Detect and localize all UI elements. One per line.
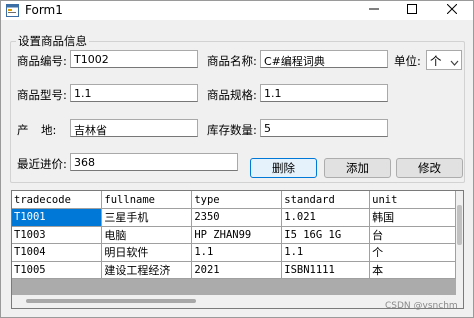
- maximize-icon: [407, 4, 417, 17]
- column-header-standard[interactable]: standard: [281, 191, 371, 209]
- column-header-type[interactable]: type: [191, 191, 283, 209]
- table-row[interactable]: T1005 建设工程经济 2021 ISBN1111 本: [12, 261, 456, 279]
- table-cell[interactable]: 2021: [191, 261, 283, 279]
- model-label: 商品型号:: [17, 88, 67, 102]
- name-label: 商品名称:: [207, 54, 257, 68]
- table-row[interactable]: T1004 明日软件 1.1 1.1 个: [12, 243, 456, 262]
- window-title: Form1: [25, 3, 63, 17]
- minimize-icon: [369, 4, 379, 17]
- column-header-unit[interactable]: unit: [369, 191, 456, 209]
- table-cell[interactable]: 个: [369, 243, 456, 262]
- form1-window: Form1 设置商品信息 商品编号: T1002 商品名称: C#编程词典 单位…: [0, 0, 474, 318]
- product-table: tradecode fullname type standard unit T1…: [12, 191, 456, 279]
- table-cell[interactable]: 1.1: [281, 243, 371, 262]
- product-grid[interactable]: tradecode fullname type standard unit T1…: [11, 190, 464, 309]
- edit-button[interactable]: 修改: [396, 158, 463, 178]
- chevron-down-icon: [450, 56, 459, 66]
- table-cell[interactable]: 1.1: [191, 243, 283, 262]
- table-cell[interactable]: 2350: [191, 208, 283, 227]
- table-cell[interactable]: 台: [369, 226, 456, 244]
- groupbox-title: 设置商品信息: [16, 33, 89, 49]
- watermark: CSDN @vsnchm: [385, 301, 458, 311]
- table-cell[interactable]: T1005: [12, 261, 103, 279]
- close-icon: [446, 3, 458, 17]
- grid-header-row: tradecode fullname type standard unit: [12, 191, 456, 209]
- maximize-button[interactable]: [393, 1, 431, 20]
- vertical-scrollbar[interactable]: [456, 191, 463, 295]
- origin-label-2: 地:: [41, 123, 57, 137]
- code-label: 商品编号:: [17, 54, 67, 68]
- table-row[interactable]: T1001 三星手机 2350 1.021 韩国: [12, 208, 456, 227]
- model-input[interactable]: 1.1: [70, 84, 198, 102]
- table-cell[interactable]: I5 16G 1G: [281, 226, 371, 244]
- table-cell[interactable]: 1.021: [281, 208, 371, 227]
- spec-label: 商品规格:: [207, 88, 257, 102]
- table-cell[interactable]: 建设工程经济: [101, 261, 193, 279]
- table-cell[interactable]: T1003: [12, 226, 103, 244]
- grid-body: tradecode fullname type standard unit T1…: [12, 191, 456, 295]
- unit-label: 单位:: [394, 54, 421, 68]
- unit-select-value: 个: [430, 54, 442, 68]
- horizontal-scroll-thumb[interactable]: [26, 299, 196, 303]
- close-button[interactable]: [433, 1, 471, 20]
- title-bar[interactable]: Form1: [1, 1, 473, 20]
- table-cell[interactable]: 明日软件: [101, 243, 193, 262]
- table-cell[interactable]: 本: [369, 261, 456, 279]
- table-cell[interactable]: ISBN1111: [281, 261, 371, 279]
- table-cell[interactable]: 韩国: [369, 208, 456, 227]
- stock-label: 库存数量:: [207, 123, 257, 137]
- vertical-scroll-thumb[interactable]: [457, 205, 462, 245]
- spec-input[interactable]: 1.1: [260, 84, 388, 102]
- origin-input[interactable]: 吉林省: [70, 119, 198, 137]
- unit-select[interactable]: 个: [426, 50, 462, 70]
- table-cell[interactable]: T1001: [12, 208, 103, 227]
- minimize-button[interactable]: [355, 1, 393, 20]
- table-cell[interactable]: 三星手机: [101, 208, 193, 227]
- name-input[interactable]: C#编程词典: [260, 50, 388, 68]
- column-header-fullname[interactable]: fullname: [101, 191, 193, 209]
- table-cell[interactable]: HP ZHAN99: [191, 226, 283, 244]
- price-input[interactable]: 368: [70, 153, 238, 171]
- code-input[interactable]: T1002: [70, 50, 198, 68]
- app-icon: [6, 4, 19, 17]
- origin-label-1: 产: [17, 123, 29, 137]
- price-label: 最近进价:: [17, 157, 67, 171]
- delete-button[interactable]: 删除: [250, 158, 317, 178]
- stock-input[interactable]: 5: [260, 119, 388, 137]
- add-button[interactable]: 添加: [324, 158, 391, 178]
- table-cell[interactable]: 电脑: [101, 226, 193, 244]
- table-row[interactable]: T1003 电脑 HP ZHAN99 I5 16G 1G 台: [12, 226, 456, 244]
- table-cell[interactable]: T1004: [12, 243, 103, 262]
- column-header-tradecode[interactable]: tradecode: [12, 191, 103, 209]
